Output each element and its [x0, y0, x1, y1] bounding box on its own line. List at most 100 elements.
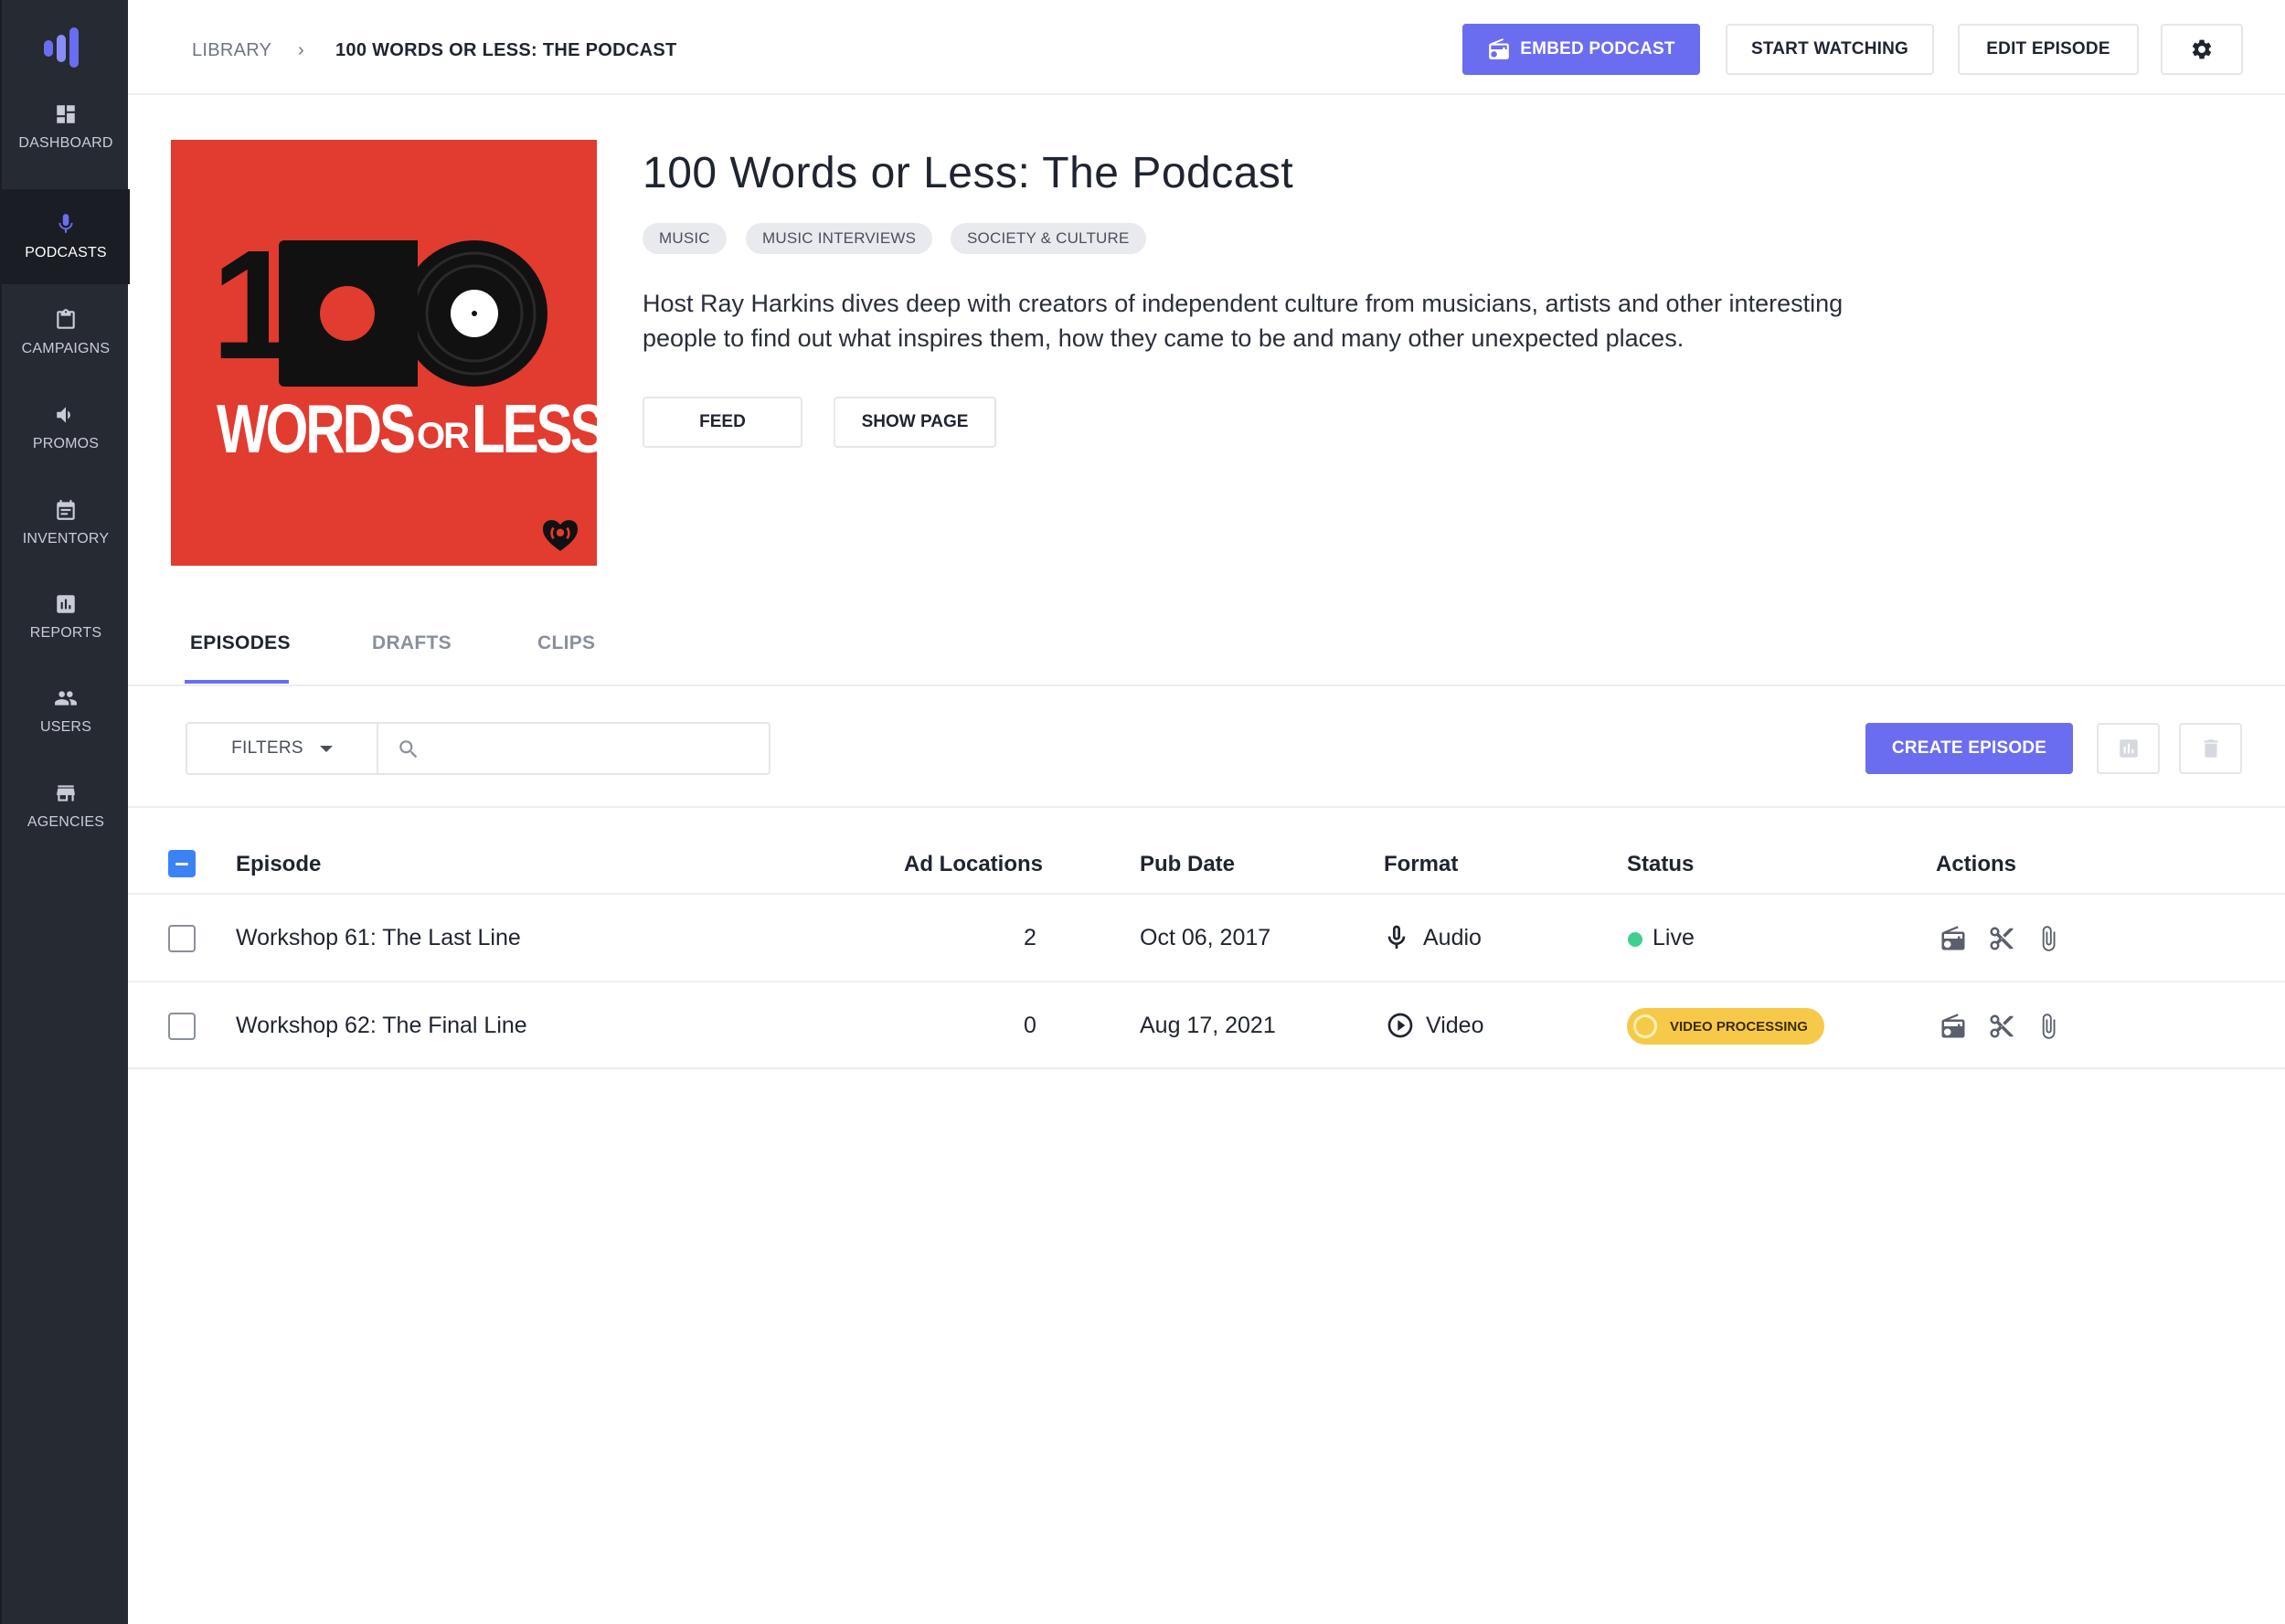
feed-label: FEED	[699, 412, 746, 431]
top-header: LIBRARY › 100 WORDS OR LESS: THE PODCAST…	[128, 0, 2285, 95]
scissors-icon[interactable]	[1988, 925, 2015, 952]
filters-label: FILTERS	[231, 738, 303, 758]
divider	[128, 806, 2285, 808]
active-tab-indicator	[185, 680, 289, 684]
tab-drafts[interactable]: DRAFTS	[372, 632, 452, 654]
radio-icon[interactable]	[1940, 925, 1967, 952]
bar-chart-icon	[2119, 739, 2138, 758]
caret-down-icon	[319, 745, 333, 752]
start-watching-label: START WATCHING	[1750, 39, 1909, 58]
column-header-ad-locations[interactable]: Ad Locations	[904, 852, 1043, 877]
edit-episode-label: EDIT EPISODE	[1986, 39, 2110, 58]
podcast-cover-art: 1 WORDS OR LESS	[171, 140, 597, 566]
start-watching-button[interactable]: START WATCHING	[1726, 24, 1934, 75]
storefront-icon	[57, 785, 75, 801]
radio-icon[interactable]	[1940, 1013, 1967, 1040]
episode-title[interactable]: Workshop 62: The Final Line	[236, 1013, 527, 1039]
scissors-icon[interactable]	[1988, 1013, 2015, 1040]
paperclip-icon[interactable]	[2035, 925, 2062, 952]
column-header-pub-date[interactable]: Pub Date	[1140, 852, 1235, 877]
pub-date: Oct 06, 2017	[1140, 925, 1271, 950]
nav-item-agencies[interactable]: AGENCIES	[2, 759, 130, 854]
breadcrumb-current: 100 WORDS OR LESS: THE PODCAST	[335, 40, 677, 60]
gear-icon	[2192, 39, 2212, 59]
embed-podcast-label: EMBED PODCAST	[1520, 39, 1675, 58]
tab-clips[interactable]: CLIPS	[537, 632, 595, 654]
status-label: Live	[1653, 925, 1695, 950]
play-circle-icon	[1387, 1013, 1413, 1038]
search-box	[377, 722, 771, 775]
nav-item-podcasts[interactable]: PODCASTS	[2, 189, 130, 284]
podcast-description: Host Ray Harkins dives deep with creator…	[643, 290, 1844, 352]
breadcrumb-library[interactable]: LIBRARY	[192, 40, 271, 61]
nav-label: PROMOS	[32, 436, 100, 451]
ad-locations-count: 2	[1024, 925, 1036, 950]
nav-label: AGENCIES	[27, 814, 105, 830]
nav-item-campaigns[interactable]: CAMPAIGNS	[2, 285, 130, 380]
column-header-format[interactable]: Format	[1384, 852, 1458, 877]
ad-locations-count: 0	[1024, 1013, 1036, 1038]
breadcrumb-separator: ›	[298, 40, 304, 60]
edit-episode-button[interactable]: EDIT EPISODE	[1958, 24, 2139, 75]
create-episode-label: CREATE EPISODE	[1891, 738, 2047, 758]
filters-dropdown[interactable]: FILTERS	[186, 722, 378, 775]
microphone-icon	[1387, 925, 1406, 949]
nav-item-reports[interactable]: REPORTS	[2, 569, 130, 664]
episode-title[interactable]: Workshop 61: The Last Line	[236, 925, 521, 951]
calendar-icon	[57, 500, 75, 520]
tab-episodes[interactable]: EPISODES	[190, 632, 291, 654]
spinner-icon	[1633, 1014, 1657, 1038]
tag-music-interviews[interactable]: MUSIC INTERVIEWS	[746, 223, 933, 254]
podcast-title: 100 Words or Less: The Podcast	[643, 149, 1294, 197]
cover-bottom-text: WORDS OR LESS	[217, 391, 597, 468]
settings-button[interactable]	[2161, 24, 2243, 75]
column-header-status[interactable]: Status	[1627, 852, 1694, 877]
delete-button[interactable]	[2179, 723, 2242, 774]
divider	[128, 1067, 2285, 1069]
users-icon	[55, 691, 77, 706]
nav-item-users[interactable]: USERS	[2, 663, 130, 759]
nav-label: CAMPAIGNS	[21, 341, 111, 356]
trash-icon	[2203, 739, 2218, 758]
row-checkbox[interactable]	[168, 925, 196, 952]
divider	[128, 893, 2285, 895]
nav-item-dashboard[interactable]: DASHBOARD	[2, 80, 130, 175]
cover-top-text: 1	[211, 218, 298, 392]
microphone-icon	[58, 214, 73, 233]
app-logo-icon[interactable]	[44, 27, 90, 68]
cover-word-words: WORDS	[217, 390, 416, 468]
nav-item-promos[interactable]: PROMOS	[2, 380, 130, 475]
radio-icon	[1489, 38, 1510, 59]
format-label: Video	[1426, 1013, 1484, 1038]
search-input[interactable]	[433, 731, 753, 766]
iheart-logo-icon	[543, 520, 578, 551]
paperclip-icon[interactable]	[2035, 1013, 2062, 1040]
pub-date: Aug 17, 2021	[1140, 1013, 1276, 1038]
nav-label: INVENTORY	[22, 531, 110, 547]
show-page-button[interactable]: SHOW PAGE	[834, 397, 996, 448]
tag-society-culture[interactable]: SOCIETY & CULTURE	[951, 223, 1146, 254]
format-label: Audio	[1423, 925, 1482, 950]
status-badge: VIDEO PROCESSING	[1627, 1008, 1824, 1045]
embed-podcast-button[interactable]: EMBED PODCAST	[1462, 24, 1700, 75]
nav-item-inventory[interactable]: INVENTORY	[2, 475, 130, 570]
tag-music[interactable]: MUSIC	[643, 223, 727, 254]
row-checkbox[interactable]	[168, 1013, 196, 1040]
column-header-episode[interactable]: Episode	[236, 852, 321, 877]
nav-label: REPORTS	[29, 625, 102, 641]
feed-button[interactable]: FEED	[643, 397, 802, 448]
column-header-actions: Actions	[1936, 852, 2017, 876]
nav-label: USERS	[39, 719, 92, 735]
sidebar: DASHBOARD PODCASTS CAMPAIGNS PROMOS INVE…	[0, 0, 130, 1624]
cover-word-less: LESS	[471, 390, 597, 468]
megaphone-icon	[57, 407, 70, 423]
select-all-checkbox[interactable]	[168, 850, 196, 877]
dashboard-icon	[57, 105, 75, 123]
cover-word-or: OR	[416, 416, 470, 456]
analytics-button[interactable]	[2097, 723, 2160, 774]
search-icon	[399, 740, 418, 759]
show-page-label: SHOW PAGE	[861, 412, 969, 431]
divider	[128, 981, 2285, 982]
divider	[128, 685, 2285, 686]
create-episode-button[interactable]: CREATE EPISODE	[1865, 723, 2073, 774]
